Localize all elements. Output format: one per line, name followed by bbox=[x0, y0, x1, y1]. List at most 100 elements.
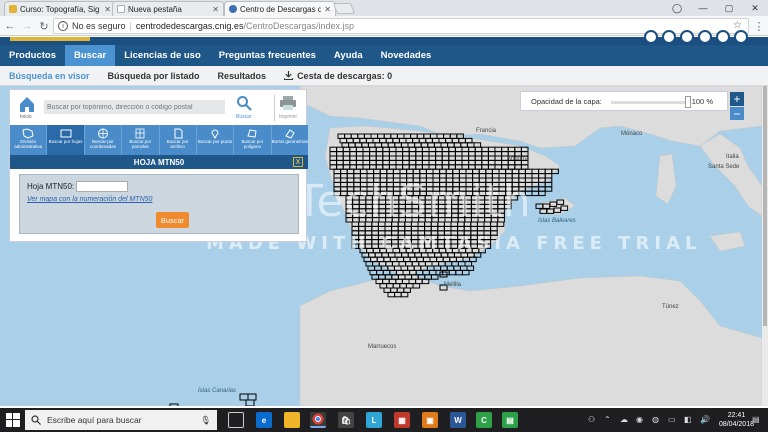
mtn50-sheet[interactable] bbox=[365, 261, 374, 267]
zoom-out-button[interactable]: − bbox=[730, 107, 744, 120]
mtn50-sheet[interactable] bbox=[433, 265, 442, 271]
microphone-icon[interactable]: 🎙 bbox=[200, 415, 211, 426]
browser-tab-2[interactable]: Nueva pestaña ✕ bbox=[112, 1, 224, 16]
zoom-in-button[interactable]: + bbox=[730, 92, 744, 106]
mtn50-sheet[interactable] bbox=[374, 265, 382, 271]
browser-tab-1[interactable]: Curso: Topografía, Sig Y ✕ bbox=[4, 1, 116, 16]
mode-buscar-por-hojas[interactable]: Buscar por hojas bbox=[47, 125, 85, 155]
mode-division-administrativa[interactable]: División administrativa bbox=[10, 125, 48, 155]
social-icon[interactable] bbox=[680, 30, 694, 44]
opacity-slider-handle[interactable] bbox=[685, 96, 691, 108]
hoja-close-button[interactable]: X bbox=[293, 157, 303, 167]
app-l-icon[interactable]: L bbox=[366, 412, 382, 428]
download-cart-link[interactable]: Cesta de descargas: 0 bbox=[275, 71, 401, 81]
home-button[interactable]: Inicio bbox=[18, 95, 40, 121]
hoja-search-button[interactable]: Buscar bbox=[156, 212, 189, 228]
mtn50-sheet[interactable] bbox=[430, 274, 439, 280]
camtasia-icon[interactable]: C bbox=[476, 412, 492, 428]
nav-buscar[interactable]: Buscar bbox=[64, 45, 116, 66]
profile-icon[interactable]: ◯ bbox=[664, 0, 690, 16]
mtn50-sheet[interactable] bbox=[440, 265, 448, 271]
mtn50-sheet[interactable] bbox=[369, 269, 378, 276]
print-button[interactable]: Imprimir bbox=[274, 95, 298, 121]
social-icon[interactable] bbox=[662, 30, 676, 44]
mtn50-sheet[interactable] bbox=[422, 269, 430, 276]
mtn50-sheet[interactable] bbox=[531, 186, 540, 192]
mtn50-sheet[interactable] bbox=[457, 261, 466, 267]
browser-menu-icon[interactable]: ⋮ bbox=[752, 19, 766, 33]
mtn50-numbering-link[interactable]: Ver mapa con la numeración del MTN50 bbox=[27, 196, 152, 203]
scrollbar-thumb[interactable] bbox=[763, 86, 767, 326]
search-input[interactable] bbox=[44, 100, 225, 114]
mtn50-sheet[interactable] bbox=[442, 269, 450, 276]
nav-productos[interactable]: Productos bbox=[0, 45, 65, 66]
mtn50-sheet[interactable] bbox=[451, 261, 459, 267]
hoja-mtn50-input[interactable] bbox=[76, 181, 129, 192]
social-icon[interactable] bbox=[698, 30, 712, 44]
mtn50-sheet[interactable] bbox=[538, 186, 546, 192]
mode-borrar-geometrias[interactable]: Borrar geometrías bbox=[272, 125, 308, 155]
windows-start-icon[interactable] bbox=[6, 413, 20, 427]
tab-busqueda-visor[interactable]: Búsqueda en visor bbox=[0, 71, 99, 81]
tab-close-icon[interactable]: ✕ bbox=[104, 5, 111, 14]
mtn50-sheet[interactable] bbox=[453, 265, 461, 271]
mtn50-sheet[interactable] bbox=[544, 186, 553, 192]
browser-tab-3[interactable]: Centro de Descargas del ✕ bbox=[224, 1, 336, 16]
volume-icon[interactable]: 🔊 bbox=[700, 415, 710, 424]
new-tab-button[interactable] bbox=[332, 3, 356, 14]
system-clock[interactable]: 22:41 08/04/2018 bbox=[719, 411, 754, 429]
mtn50-sheet[interactable] bbox=[464, 261, 473, 267]
social-icon[interactable] bbox=[734, 30, 748, 44]
opacity-slider-track[interactable] bbox=[611, 101, 691, 104]
nav-novedades[interactable]: Novedades bbox=[372, 45, 441, 66]
taskbar-search-box[interactable]: Escribe aquí para buscar 🎙 bbox=[25, 410, 217, 430]
forward-arrow-icon[interactable]: → bbox=[20, 19, 34, 33]
store-icon[interactable]: 🛍 bbox=[338, 412, 354, 428]
app-orange-icon[interactable]: ▣ bbox=[422, 412, 438, 428]
mtn50-sheet[interactable] bbox=[459, 265, 468, 271]
edge-icon[interactable]: e bbox=[256, 412, 272, 428]
social-icon[interactable] bbox=[644, 30, 658, 44]
nav-licencias[interactable]: Licencias de uso bbox=[115, 45, 210, 66]
task-view-icon[interactable] bbox=[228, 412, 244, 428]
mtn50-sheet[interactable] bbox=[455, 269, 463, 276]
mtn50-sheet[interactable] bbox=[461, 269, 470, 276]
battery-icon[interactable]: ▭ bbox=[668, 415, 676, 424]
mtn50-sheet[interactable] bbox=[367, 265, 376, 271]
minimize-icon[interactable]: — bbox=[690, 0, 716, 16]
mode-buscar-por-poligono[interactable]: Buscar por polígono bbox=[234, 125, 272, 155]
mtn50-sheet[interactable] bbox=[382, 269, 391, 276]
chrome-icon[interactable] bbox=[310, 412, 326, 428]
word-icon[interactable]: W bbox=[450, 412, 466, 428]
nav-preguntas[interactable]: Preguntas frecuentes bbox=[210, 45, 325, 66]
mtn50-sheet[interactable] bbox=[428, 269, 437, 276]
mode-buscar-por-punto[interactable]: Buscar por punto bbox=[197, 125, 235, 155]
tab-resultados[interactable]: Resultados bbox=[209, 71, 276, 81]
mode-buscar-por-archivo[interactable]: Buscar por archivo bbox=[160, 125, 197, 155]
tab-close-icon[interactable]: ✕ bbox=[324, 5, 331, 14]
tray-cloud-icon[interactable]: ☁ bbox=[620, 415, 628, 424]
page-scrollbar[interactable] bbox=[762, 86, 768, 406]
reload-icon[interactable]: ↻ bbox=[37, 19, 51, 33]
social-icon[interactable] bbox=[716, 30, 730, 44]
tray-people-icon[interactable]: ⚇ bbox=[588, 415, 595, 424]
mtn50-sheet[interactable] bbox=[435, 269, 444, 276]
app-green-icon[interactable]: ▤ bbox=[502, 412, 518, 428]
network-icon[interactable]: ◧ bbox=[684, 415, 692, 424]
maximize-icon[interactable]: ▢ bbox=[716, 0, 742, 16]
mode-buscar-por-parcelas[interactable]: Buscar por parcelas bbox=[122, 125, 160, 155]
mtn50-sheet[interactable] bbox=[424, 274, 432, 280]
notifications-icon[interactable]: ▤ bbox=[752, 415, 760, 424]
mtn50-sheet[interactable] bbox=[466, 265, 475, 271]
window-close-icon[interactable]: ✕ bbox=[742, 0, 768, 16]
tray-chevron-icon[interactable]: ⌃ bbox=[604, 415, 611, 424]
mtn50-sheet[interactable] bbox=[544, 181, 553, 188]
tab-close-icon[interactable]: ✕ bbox=[212, 5, 219, 14]
tray-app-icon[interactable]: ◉ bbox=[636, 415, 643, 424]
tray-app-icon[interactable]: ◍ bbox=[652, 415, 659, 424]
mtn50-sheet[interactable] bbox=[446, 265, 455, 271]
mtn50-sheet[interactable] bbox=[538, 190, 546, 197]
tab-busqueda-listado[interactable]: Búsqueda por listado bbox=[99, 71, 209, 81]
mtn50-sheet[interactable] bbox=[448, 269, 457, 276]
mtn50-sheet[interactable] bbox=[531, 190, 540, 197]
